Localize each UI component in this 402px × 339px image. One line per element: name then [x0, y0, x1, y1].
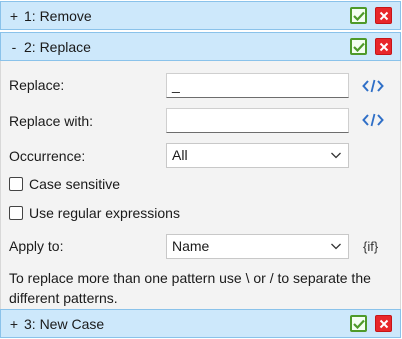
collapse-toggle[interactable]: -	[6, 39, 22, 55]
section-title: 2: Replace	[24, 38, 91, 55]
case-sensitive-label: Case sensitive	[29, 176, 121, 192]
case-sensitive-option[interactable]: Case sensitive	[9, 176, 120, 192]
apply-to-value: Name	[172, 238, 210, 254]
close-icon	[379, 319, 388, 328]
occurrence-select[interactable]: All	[166, 143, 349, 168]
expand-toggle[interactable]: +	[6, 8, 22, 24]
help-note: To replace more than one pattern use \ o…	[9, 270, 371, 306]
delete-button[interactable]	[375, 38, 392, 55]
regex-label: Use regular expressions	[29, 205, 180, 221]
occurrence-label: Occurrence:	[9, 148, 86, 164]
apply-to-label: Apply to:	[9, 238, 64, 254]
close-icon	[379, 11, 388, 20]
replace-label: Replace:	[9, 77, 65, 93]
delete-button[interactable]	[375, 7, 392, 24]
expand-toggle[interactable]: +	[6, 316, 22, 332]
checkmark-button[interactable]	[350, 315, 367, 332]
section-header-replace[interactable]: - 2: Replace	[0, 32, 401, 61]
regex-checkbox[interactable]	[9, 206, 23, 220]
checkmark-button[interactable]	[350, 7, 367, 24]
code-icon[interactable]	[362, 78, 384, 94]
check-icon	[352, 319, 365, 329]
occurrence-value: All	[172, 147, 188, 163]
replace-with-label: Replace with:	[9, 113, 94, 129]
case-sensitive-checkbox[interactable]	[9, 177, 23, 191]
code-icon[interactable]	[362, 112, 384, 128]
if-button[interactable]: {if}	[363, 239, 378, 254]
section-title: 3: New Case	[24, 315, 105, 332]
replace-panel: Replace: _ Replace with: Occurrence: All…	[0, 61, 401, 309]
replace-input[interactable]: _	[166, 73, 349, 98]
section-header-new-case[interactable]: + 3: New Case	[0, 309, 401, 338]
check-icon	[352, 42, 365, 52]
chevron-down-icon	[331, 243, 341, 250]
delete-button[interactable]	[375, 315, 392, 332]
checkmark-button[interactable]	[350, 38, 367, 55]
section-title: 1: Remove	[24, 7, 92, 24]
close-icon	[379, 42, 388, 51]
check-icon	[352, 11, 365, 21]
apply-to-select[interactable]: Name	[166, 234, 349, 259]
chevron-down-icon	[331, 152, 341, 159]
section-header-remove[interactable]: + 1: Remove	[0, 1, 401, 30]
replace-with-input[interactable]	[166, 108, 349, 133]
regex-option[interactable]: Use regular expressions	[9, 205, 180, 221]
